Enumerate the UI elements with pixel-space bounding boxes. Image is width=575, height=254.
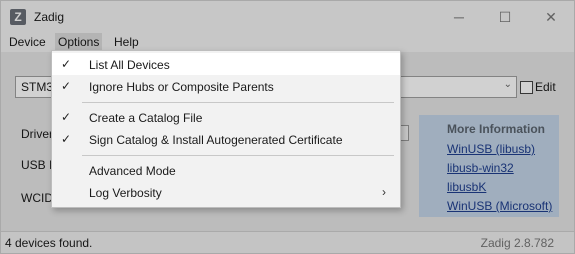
menu-item-label: Ignore Hubs or Composite Parents — [89, 80, 274, 94]
menu-item-sign-catalog[interactable]: ✓ Sign Catalog & Install Autogenerated C… — [52, 128, 400, 150]
menu-item-ignore-hubs[interactable]: ✓ Ignore Hubs or Composite Parents — [52, 75, 400, 97]
checkmark-icon: ✓ — [61, 110, 72, 124]
checkmark-icon: ✓ — [61, 132, 72, 146]
checkmark-icon: ✓ — [61, 79, 72, 93]
checkmark-icon: ✓ — [61, 57, 72, 71]
options-menu: ✓ List All Devices ✓ Ignore Hubs or Comp… — [51, 50, 401, 208]
menu-item-list-all-devices[interactable]: ✓ List All Devices — [52, 53, 400, 75]
menu-item-label: Create a Catalog File — [89, 111, 203, 125]
menu-item-advanced-mode[interactable]: Advanced Mode — [52, 159, 400, 181]
menu-item-log-verbosity[interactable]: Log Verbosity › — [52, 181, 400, 203]
menu-separator — [82, 155, 394, 156]
menu-item-create-catalog[interactable]: ✓ Create a Catalog File — [52, 106, 400, 128]
menu-item-label: Advanced Mode — [89, 164, 176, 178]
chevron-right-icon: › — [382, 185, 386, 199]
menu-item-label: Log Verbosity — [89, 186, 162, 200]
menu-item-label: List All Devices — [89, 58, 170, 72]
menu-separator — [82, 102, 394, 103]
menu-item-label: Sign Catalog & Install Autogenerated Cer… — [89, 133, 343, 147]
